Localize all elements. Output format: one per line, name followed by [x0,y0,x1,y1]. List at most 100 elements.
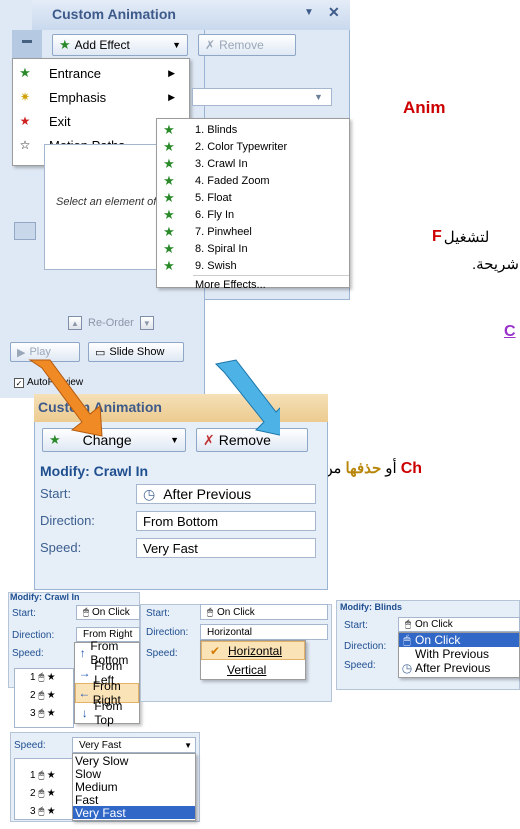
reorder-label: Re-Order [88,317,134,329]
menu-item-emphasis[interactable]: ✷ Emphasis ▶ [13,85,189,109]
remove-button[interactable]: ✗ Remove [198,34,296,56]
close-icon[interactable]: ✕ [328,4,340,21]
chevron-down-icon: ▼ [184,740,192,750]
speed-label: Speed: [12,648,44,659]
start-select[interactable]: ◷ After Previous [136,484,316,504]
link-text[interactable]: C [504,323,516,341]
submenu-arrow-icon: ▶ [168,91,175,102]
arrow-left-icon: ← [78,686,91,700]
reorder-group: ▲ Re-Order ▼ [68,316,154,330]
effect-item[interactable]: ★ 7. Pinwheel [157,223,349,240]
dropdown-option[interactable]: Fast [73,793,195,807]
submenu-arrow-icon: ▶ [168,67,175,78]
shot-c-title: Modify: Blinds [340,602,402,612]
direction-label: Direction: [146,627,189,638]
effect-icon: ★ [163,257,175,273]
direction-select[interactable]: From Bottom [136,511,316,531]
chevron-down-icon: ▼ [172,40,181,50]
start-select[interactable]: 🖱 On Click [398,617,520,632]
effect-item[interactable]: ★ 9. Swish [157,257,349,274]
dropdown-option-selected[interactable]: ✔ Horizontal [201,641,305,660]
arabic-paragraph-line: شريحة. [472,256,519,273]
start-label: Start: [40,486,72,501]
speed-select[interactable]: Very Fast [136,538,316,558]
start-label: Start: [12,608,36,619]
modify-heading: Modify: Crawl In [40,463,149,479]
start-label: Start: [146,608,170,619]
dropdown-option[interactable]: Vertical [201,660,305,679]
start-dropdown: 🖱 On Click With Previous ◷ After Previous [398,632,520,678]
dropdown-arrow-icon[interactable]: ▼ [304,7,314,18]
remove-icon: ✗ [205,38,216,52]
dropdown-option[interactable]: ◷ After Previous [399,661,519,675]
direction-label: Direction: [12,630,55,641]
panel-title-bar: Custom Animation ▼ ✕ [32,0,350,30]
add-effect-button[interactable]: ★ Add Effect ▼ [52,34,188,56]
menu-item-entrance[interactable]: ★ Entrance ▶ [13,61,189,85]
effect-item[interactable]: ★ 3. Crawl In [157,155,349,172]
more-effects-item[interactable]: More Effects... [157,276,349,293]
list-item[interactable]: 1 🖱 ★ [30,770,55,781]
orange-arrow-icon [28,359,103,437]
emphasis-icon: ✷ [19,90,31,104]
direction-select[interactable]: Horizontal [200,624,328,640]
mouse-icon: 🖱 [83,607,89,618]
combo-arrow-icon[interactable]: ▼ [314,92,323,102]
remove-label: Remove [219,38,264,52]
effect-item[interactable]: ★ 2. Color Typewriter [157,138,349,155]
speed-select[interactable]: Very Fast ▼ [72,737,196,753]
start-combo[interactable] [192,88,332,106]
check-icon: ✔ [209,643,221,658]
move-up-icon[interactable]: ▲ [68,316,82,330]
entrance-icon: ★ [19,65,31,80]
effect-icon: ★ [163,172,175,188]
speed-label: Speed: [14,740,46,751]
dropdown-option[interactable]: Very Slow [73,754,195,768]
list-item[interactable]: 2 🖱 ★ [30,788,55,799]
mouse-icon: 🖱 [207,606,213,618]
effect-icon: ★ [163,206,175,222]
star-icon: ★ [59,37,71,52]
direction-label: Direction: [344,641,387,652]
effect-item[interactable]: ★ 4. Faded Zoom [157,172,349,189]
menu-label: Emphasis [49,89,107,105]
effect-icon: ★ [163,155,175,171]
speed-label: Speed: [146,648,178,659]
dropdown-option-selected[interactable]: Very Fast [73,806,195,820]
speed-label: Speed: [344,660,376,671]
speed-label: Speed: [40,540,82,555]
start-select[interactable]: 🖱 On Click [200,604,328,620]
effect-item[interactable]: ★ 8. Spiral In [157,240,349,257]
start-select[interactable]: 🖱 On Click [76,605,140,620]
effect-item[interactable]: ★ 5. Float [157,189,349,206]
dropdown-option[interactable]: Slow [73,767,195,781]
vertical-scrollbar[interactable] [14,222,36,240]
effect-icon: ★ [163,240,175,256]
dropdown-option-selected[interactable]: 🖱 On Click [399,633,519,647]
blue-arrow-icon [214,359,280,436]
exit-icon: ★ [19,114,31,128]
menu-label: Exit [49,113,71,129]
collapse-icon[interactable] [22,40,32,43]
effect-icon: ★ [163,223,175,239]
mouse-icon: 🖱 [403,632,411,647]
toolbar-left-strip [12,30,42,60]
direction-label: Direction: [40,513,95,528]
add-effect-label: Add Effect [74,38,130,52]
clock-icon: ◷ [401,661,413,675]
dropdown-option[interactable]: Medium [73,780,195,794]
dropdown-option[interactable]: With Previous [399,647,519,661]
effect-item[interactable]: ★ 1. Blinds [157,121,349,138]
move-down-icon[interactable]: ▼ [139,316,154,330]
effect-icon: ★ [163,121,175,137]
list-item[interactable]: 3 🖱 ★ [30,708,55,719]
arrow-right-icon: → [78,666,91,680]
dropdown-option[interactable]: ↓ From Top [75,699,139,727]
motion-paths-icon: ☆ [19,138,31,152]
list-item[interactable]: 3 🖱 ★ [30,806,55,817]
effect-item[interactable]: ★ 6. Fly In [157,206,349,223]
list-item[interactable]: 2 🖱 ★ [30,690,55,701]
list-item[interactable]: 1 🖱 ★ [30,672,55,683]
arabic-change-line: من حذفها أو Ch [322,460,423,477]
panel-title: Custom Animation [52,6,176,22]
